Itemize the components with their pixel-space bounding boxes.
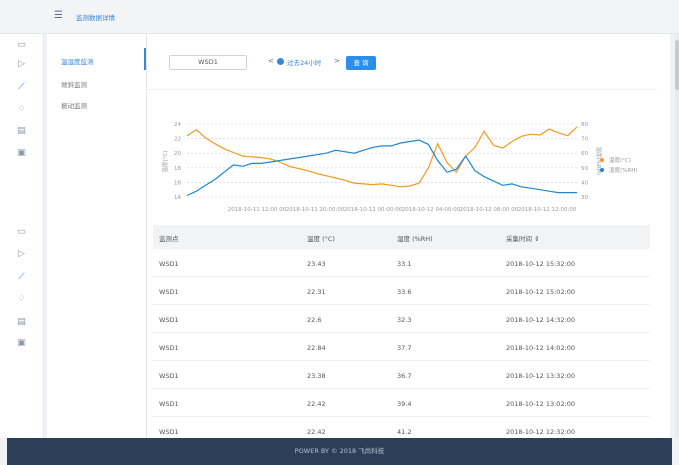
top-bar: ☰ 监测数据详情 [0, 0, 679, 34]
table-row: WSD1 23.38 36.7 2018-10-12 13:32:00 [153, 361, 650, 389]
document-icon[interactable]: ▣ [16, 148, 27, 159]
cell-collection-time: 2018-10-12 13:32:00 [506, 372, 576, 380]
series-line [186, 139, 577, 197]
cell-humidity: 37.7 [397, 344, 412, 352]
subnav-item-vibration[interactable]: 振动监测 [61, 100, 87, 110]
line-chart-icon[interactable]: ⟋ [16, 82, 27, 93]
series-line [186, 126, 578, 188]
y-left-tick-label: 16 [174, 180, 181, 186]
cell-collection-time: 2018-10-12 15:32:00 [506, 260, 576, 268]
cell-humidity: 33.6 [397, 288, 412, 296]
x-tick-label: 2018-10-11 12:00:00 [228, 207, 287, 213]
cell-monitor-point: WSD1 [159, 400, 179, 408]
line-chart-icon[interactable]: ⟋ [16, 272, 27, 283]
id-card-icon[interactable]: ▤ [16, 317, 27, 328]
table-row: WSD1 22.31 33.6 2018-10-12 15:02:00 [153, 277, 650, 305]
subnav-item-tilt[interactable]: 倾斜监测 [61, 79, 87, 89]
cell-monitor-point: WSD1 [159, 288, 179, 296]
legend-marker [600, 168, 604, 172]
bell-icon[interactable]: ♢ [16, 104, 27, 115]
cell-humidity: 32.3 [397, 316, 412, 324]
y-left-tick-label: 22 [174, 137, 181, 143]
header-humidity: 湿度 (%RH) [397, 235, 433, 243]
cell-humidity: 33.1 [397, 260, 412, 268]
y-right-tick-label: 80 [581, 122, 588, 128]
table-row: WSD1 22.6 32.3 2018-10-12 14:32:00 [153, 305, 650, 333]
chart-card: 14 16 18 20 22 24 30 40 50 60 70 80 温度(°C) 湿度(%RH) 201… [147, 89, 657, 221]
header-temperature: 温度 (°C) [307, 235, 335, 243]
cell-temperature: 23.43 [307, 260, 326, 268]
sub-navigation: 温湿度监测 倾斜监测 振动监测 [47, 34, 147, 438]
bell-icon[interactable]: ♢ [16, 294, 27, 305]
y-right-tick-label: 70 [581, 137, 588, 143]
x-tick-label: 2018-10-12 00:00:00 [344, 207, 403, 213]
header-collection-time[interactable]: 采集时间 ⇕ [506, 233, 540, 243]
cell-temperature: 22.31 [307, 288, 326, 296]
y-right-tick-label: 60 [581, 151, 588, 157]
device-select[interactable]: WSD1 [169, 55, 247, 70]
cell-collection-time: 2018-10-12 15:02:00 [506, 288, 576, 296]
y-left-axis-label: 温度(°C) [161, 151, 169, 173]
cell-monitor-point: WSD1 [159, 316, 179, 324]
cell-humidity: 39.4 [397, 400, 412, 408]
y-left-tick-label: 18 [174, 166, 181, 172]
legend-marker [600, 158, 604, 162]
time-range-label[interactable]: 过去24小时 [287, 57, 321, 67]
y-left-tick-label: 20 [174, 151, 181, 157]
cell-temperature: 23.38 [307, 372, 326, 380]
cell-collection-time: 2018-10-12 14:32:00 [506, 316, 576, 324]
query-button[interactable]: 查 询 [346, 56, 376, 70]
page-scrollbar[interactable] [675, 34, 679, 438]
cell-collection-time: 2018-10-12 13:02:00 [506, 400, 576, 408]
video-icon[interactable]: ▷ [16, 59, 27, 70]
clock-icon [277, 58, 284, 65]
id-card-icon[interactable]: ▤ [16, 126, 27, 137]
y-right-tick-label: 50 [581, 166, 588, 172]
cell-temperature: 22.42 [307, 428, 326, 436]
main-content: 温湿度监测 倾斜监测 振动监测 WSD1 < 过去24小时 > 查 询 14 16… [47, 34, 670, 438]
icon-rail: ▭ ▷ ⟋ ♢ ▤ ▣ ▭ ▷ ⟋ ♢ ▤ ▣ [0, 34, 44, 438]
table-row: WSD1 23.43 33.1 2018-10-12 15:32:00 [153, 249, 650, 277]
scrollbar-thumb[interactable] [675, 40, 679, 90]
subnav-item-temperature-humidity[interactable]: 温湿度监测 [61, 56, 94, 66]
cell-humidity: 36.7 [397, 372, 412, 380]
footer: POWER BY © 2018 飞尚科技 [7, 438, 672, 465]
table-row: WSD1 22.84 37.7 2018-10-12 14:02:00 [153, 333, 650, 361]
menu-icon[interactable]: ☰ [54, 11, 64, 21]
table-row: WSD1 22.42 39.4 2018-10-12 13:02:00 [153, 389, 650, 417]
document-icon[interactable]: ▣ [16, 338, 27, 349]
cell-monitor-point: WSD1 [159, 344, 179, 352]
x-tick-label: 2018-10-11 20:00:00 [286, 207, 345, 213]
x-tick-label: 2018-10-12 08:00:00 [460, 207, 519, 213]
temperature-humidity-chart: 14 16 18 20 22 24 30 40 50 60 70 80 温度(°C) 湿度(%RH) 201… [161, 122, 637, 213]
cell-monitor-point: WSD1 [159, 260, 179, 268]
y-right-tick-label: 30 [581, 195, 588, 201]
monitor-icon[interactable]: ▭ [16, 227, 27, 238]
page-title: 监测数据详情 [76, 14, 115, 22]
legend-label: 温度(°C) [609, 156, 631, 164]
prev-range-button[interactable]: < [268, 57, 274, 65]
cell-monitor-point: WSD1 [159, 428, 179, 436]
cell-monitor-point: WSD1 [159, 372, 179, 380]
cell-collection-time: 2018-10-12 14:02:00 [506, 344, 576, 352]
table-header: 监测点 温度 (°C) 湿度 (%RH) 采集时间 ⇕ [153, 225, 650, 249]
header-monitor-point: 监测点 [159, 235, 179, 243]
next-range-button[interactable]: > [334, 57, 340, 65]
table-row: WSD1 22.42 41.2 2018-10-12 12:32:00 [153, 417, 650, 438]
monitor-icon[interactable]: ▭ [16, 40, 27, 51]
cell-temperature: 22.84 [307, 344, 326, 352]
cell-temperature: 22.42 [307, 400, 326, 408]
cell-temperature: 22.6 [307, 316, 322, 324]
x-tick-label: 2018-10-12 12:00:00 [518, 207, 577, 213]
video-icon[interactable]: ▷ [16, 249, 27, 260]
y-left-tick-label: 24 [174, 122, 181, 128]
cell-humidity: 41.2 [397, 428, 412, 436]
y-left-tick-label: 14 [174, 195, 181, 201]
cell-collection-time: 2018-10-12 12:32:00 [506, 428, 576, 436]
legend-label: 湿度(%RH) [609, 166, 637, 174]
y-right-tick-label: 40 [581, 180, 588, 186]
x-tick-label: 2018-10-12 04:00:00 [402, 207, 461, 213]
